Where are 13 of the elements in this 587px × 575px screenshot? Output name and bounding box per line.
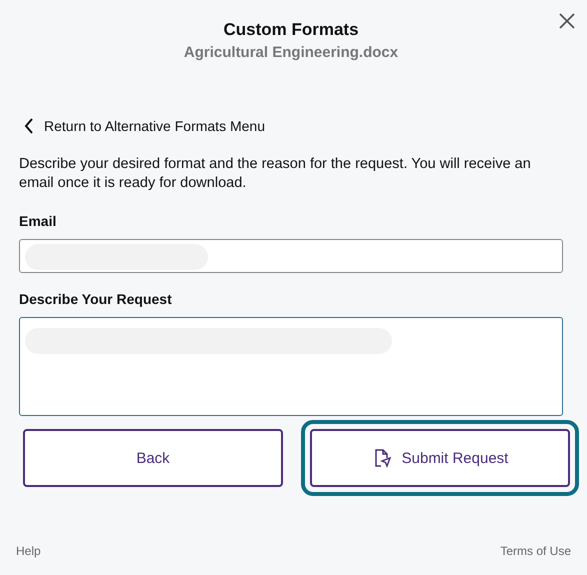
description-text: Describe your desired format and the reason for the request. You will receive an email once it is ready for download. <box>19 155 532 193</box>
field-label: Describe Your Request <box>19 291 173 307</box>
help-link[interactable]: Help <box>16 544 41 558</box>
field-label: Email <box>19 213 58 229</box>
back-link[interactable]: Return to Alternative Formats Menu <box>24 118 265 134</box>
chevron-left-icon <box>24 118 34 134</box>
close-icon[interactable] <box>559 13 575 29</box>
request-field[interactable] <box>19 317 563 416</box>
file-name: Agricultural Engineering.docx <box>184 44 398 61</box>
terms-link[interactable]: Terms of Use <box>500 544 571 558</box>
email-field[interactable] <box>19 239 563 273</box>
dialog-title: Custom Formats <box>223 20 359 40</box>
submit-button[interactable]: Submit Request <box>301 420 579 496</box>
